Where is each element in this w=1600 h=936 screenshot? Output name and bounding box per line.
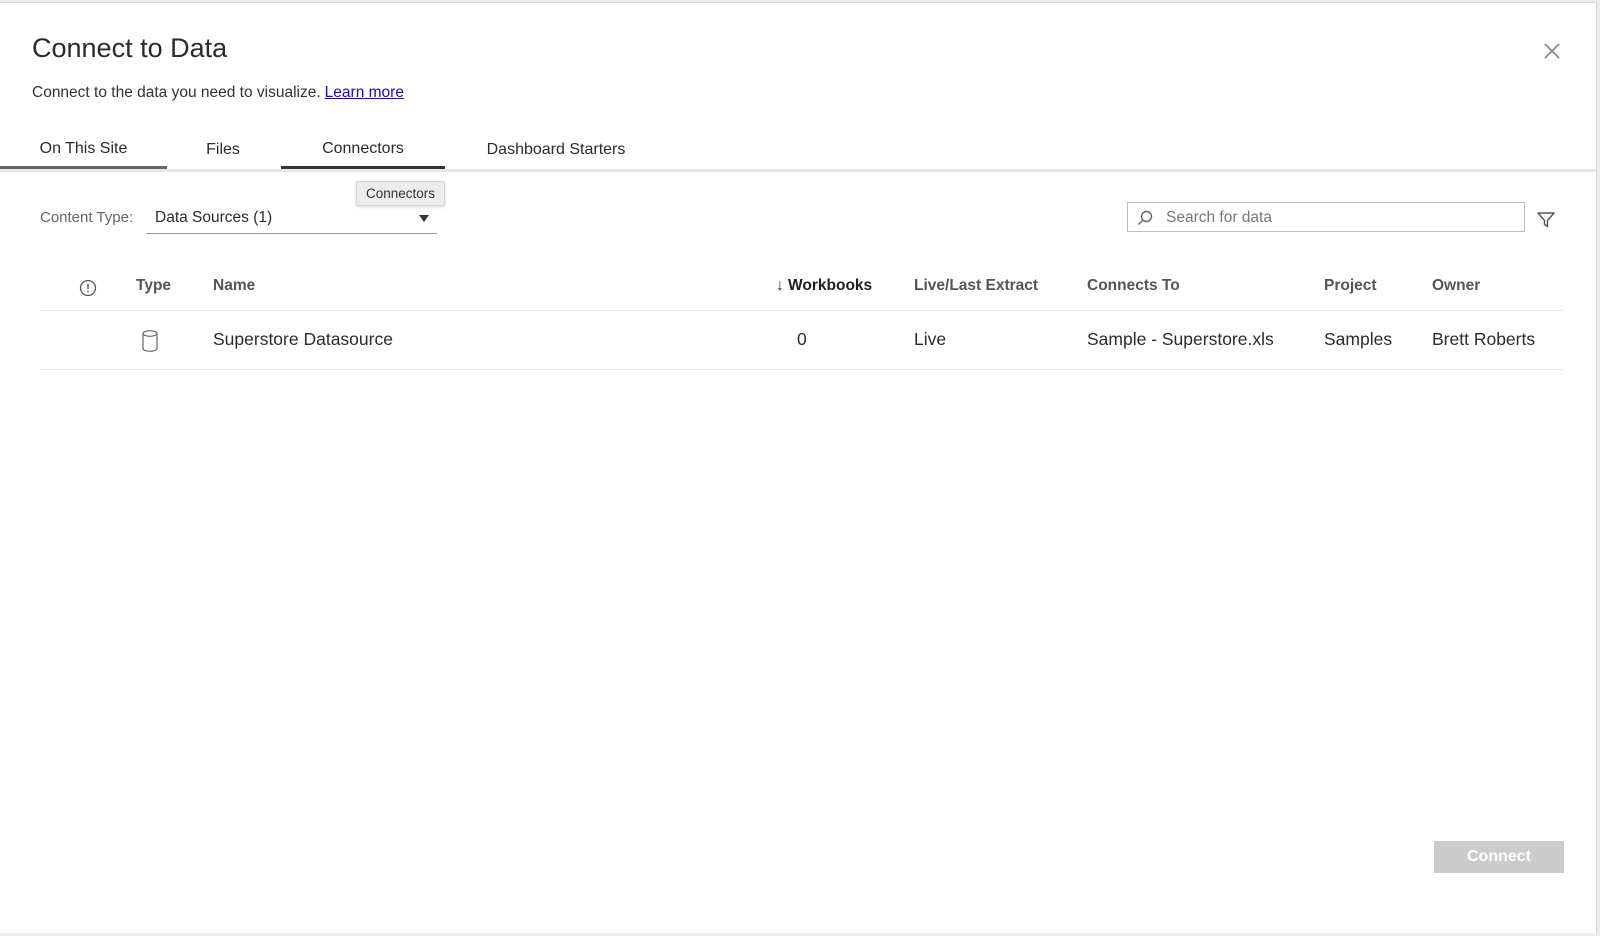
close-button[interactable]	[1538, 37, 1566, 65]
data-sources-table: Type Name ↓ Workbooks Live/Last Extract …	[40, 265, 1564, 370]
connect-button[interactable]: Connect	[1434, 841, 1564, 873]
row-owner: Brett Roberts	[1432, 329, 1536, 349]
connect-to-data-dialog: Connect to Data Connect to the data you …	[0, 2, 1597, 933]
tab-connectors[interactable]: Connectors	[281, 131, 445, 169]
column-header-live-last-extract[interactable]: Live/Last Extract	[914, 277, 1038, 295]
search-icon	[1138, 210, 1153, 225]
tab-files[interactable]: Files	[167, 131, 279, 169]
column-header-type[interactable]: Type	[136, 277, 171, 295]
row-workbooks: 0	[797, 329, 807, 349]
row-live-last-extract: Live	[914, 329, 947, 349]
table-header: Type Name ↓ Workbooks Live/Last Extract …	[40, 265, 1564, 311]
tab-on-this-site[interactable]: On This Site	[0, 131, 167, 169]
database-icon	[142, 330, 158, 352]
table-row[interactable]: Superstore Datasource 0 Live Sample - Su…	[40, 311, 1564, 370]
column-header-owner[interactable]: Owner	[1432, 277, 1480, 295]
tab-bar: On This Site Files Connectors Dashboard …	[0, 131, 1596, 172]
column-header-name[interactable]: Name	[213, 277, 255, 295]
column-header-workbooks[interactable]: ↓ Workbooks	[776, 277, 872, 295]
subtitle-text: Connect to the data you need to visualiz…	[32, 84, 321, 101]
close-icon	[1544, 43, 1560, 59]
content-type-value: Data Sources (1)	[155, 209, 273, 226]
search-input[interactable]	[1164, 206, 1518, 230]
learn-more-link[interactable]: Learn more	[325, 84, 404, 101]
column-header-project[interactable]: Project	[1324, 277, 1377, 295]
content-type-label: Content Type:	[40, 209, 134, 226]
dialog-subtitle: Connect to the data you need to visualiz…	[32, 84, 404, 102]
filter-button[interactable]	[1536, 210, 1556, 230]
row-project: Samples	[1324, 329, 1393, 349]
column-header-connects-to[interactable]: Connects To	[1087, 277, 1180, 295]
content-type-select[interactable]: Data Sources (1)	[146, 203, 437, 234]
warning-icon[interactable]	[79, 279, 97, 297]
chevron-down-icon	[419, 215, 429, 222]
search-box[interactable]	[1127, 202, 1525, 232]
dialog-title: Connect to Data	[32, 33, 228, 63]
tab-dashboard-starters[interactable]: Dashboard Starters	[445, 131, 667, 169]
row-connects-to: Sample - Superstore.xls	[1087, 329, 1274, 349]
row-name: Superstore Datasource	[213, 329, 393, 349]
filter-icon	[1537, 212, 1555, 228]
